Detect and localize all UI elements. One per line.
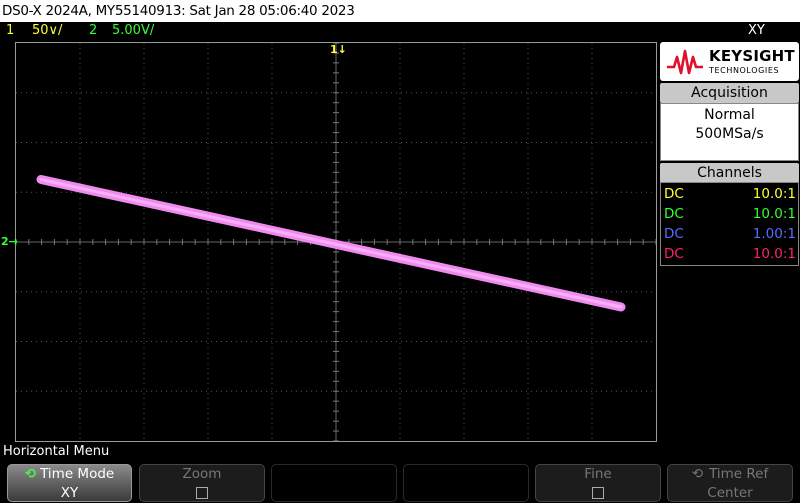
acquisition-mode: Normal xyxy=(704,107,755,123)
ch2-ground-marker[interactable]: 2→ xyxy=(1,236,18,247)
channel-coupling: DC xyxy=(664,186,684,202)
empty-softkey-4[interactable] xyxy=(403,464,529,502)
channel-probe-ratio: 10.0:1 xyxy=(752,246,796,262)
waveform-display[interactable] xyxy=(15,42,657,442)
channel-coupling: DC xyxy=(664,246,684,262)
zoom-checkbox[interactable] xyxy=(196,487,208,499)
sample-rate: 500MSa/s xyxy=(695,126,764,142)
acquisition-panel[interactable]: Normal 500MSa/s xyxy=(660,103,799,161)
channel-probe-ratio: 10.0:1 xyxy=(752,206,796,222)
ground-arrow-icon: → xyxy=(8,235,18,248)
channel-row-4[interactable]: DC 10.0:1 xyxy=(662,244,798,264)
channel-coupling: DC xyxy=(664,226,684,242)
rotate-knob-icon: ⟲ xyxy=(691,466,704,482)
time-mode-softkey[interactable]: ⟲ Time Mode XY xyxy=(7,464,132,502)
channel-probe-ratio: 1.00:1 xyxy=(752,226,796,242)
channel-row-1[interactable]: DC 10.0:1 xyxy=(662,184,798,204)
ground-arrow-icon: ↓ xyxy=(337,43,347,56)
channel-row-3[interactable]: DC 1.00:1 xyxy=(662,224,798,244)
softkey-label: Time Ref xyxy=(709,466,769,482)
channel-probe-ratio: 10.0:1 xyxy=(752,186,796,202)
empty-softkey-3[interactable] xyxy=(271,464,397,502)
ch1-ground-marker[interactable]: 1↓ xyxy=(330,44,347,55)
softkey-value: Center xyxy=(707,485,753,501)
softkey-label: Zoom xyxy=(182,466,222,482)
horizontal-mode-indicator[interactable]: XY xyxy=(748,22,765,40)
ch2-number[interactable]: 2 xyxy=(89,22,97,40)
menu-title: Horizontal Menu xyxy=(3,444,110,459)
xy-trace-core xyxy=(39,178,623,309)
logo-brand: KEYSIGHT xyxy=(709,47,795,65)
softkey-value: XY xyxy=(60,485,79,501)
fine-checkbox[interactable] xyxy=(592,487,604,499)
time-ref-softkey[interactable]: ⟲ Time Ref Center xyxy=(667,464,793,502)
softkey-label: Time Mode xyxy=(40,466,115,482)
channels-header: Channels xyxy=(660,163,799,183)
keysight-logo: KEYSIGHT TECHNOLOGIES xyxy=(660,42,799,81)
ch1-number[interactable]: 1 xyxy=(6,22,14,40)
acquisition-header: Acquisition xyxy=(660,83,799,103)
keysight-wave-icon xyxy=(667,49,703,75)
ch1-marker-label: 1 xyxy=(330,43,338,56)
logo-subtitle: TECHNOLOGIES xyxy=(709,66,780,75)
window-title: DS0-X 2024A, MY55140913: Sat Jan 28 05:0… xyxy=(0,0,800,22)
graticule xyxy=(16,43,656,441)
channel-coupling: DC xyxy=(664,206,684,222)
rotate-knob-icon: ⟲ xyxy=(24,466,37,482)
ch2-scale[interactable]: 5.00V/ xyxy=(112,22,154,40)
ch2-marker-label: 2 xyxy=(1,235,9,248)
zoom-softkey[interactable]: Zoom xyxy=(139,464,265,502)
softkey-label: Fine xyxy=(584,466,612,482)
channel-row-2[interactable]: DC 10.0:1 xyxy=(662,204,798,224)
fine-softkey[interactable]: Fine xyxy=(535,464,661,502)
channel-scale-bar: 1 50∨/ 2 5.00V/ XY xyxy=(0,22,800,40)
ch1-scale[interactable]: 50∨/ xyxy=(32,22,62,40)
